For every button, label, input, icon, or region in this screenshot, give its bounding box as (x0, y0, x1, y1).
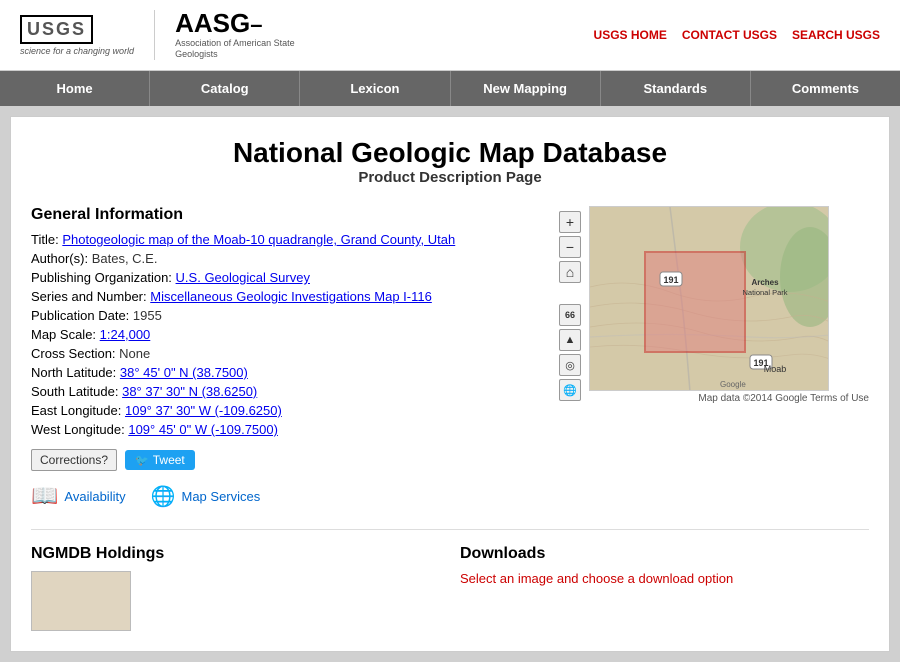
map-services-link[interactable]: Map Services (182, 489, 261, 504)
pub-date-row: Publication Date: 1955 (31, 308, 539, 323)
west-lon-value[interactable]: 109° 45' 0" W (-109.7500) (128, 422, 278, 437)
zoom-out-button[interactable]: − (559, 236, 581, 258)
map-services-item[interactable]: 🌐 Map Services (151, 484, 261, 509)
earth-button[interactable]: 🌐 (559, 379, 581, 401)
general-info-title: General Information (31, 206, 539, 224)
series-value[interactable]: Miscellaneous Geologic Investigations Ma… (150, 289, 432, 304)
availability-row: 📖 Availability 🌐 Map Services (31, 483, 539, 509)
scale-row: Map Scale: 1:24,000 (31, 327, 539, 342)
nav-comments[interactable]: Comments (751, 71, 900, 106)
ctrl-spacer (559, 286, 581, 301)
svg-text:Moab: Moab (764, 364, 787, 374)
downloads-note: Select an image and choose a download op… (460, 571, 869, 586)
svg-text:National Park: National Park (742, 288, 787, 297)
home-button[interactable]: ⌂ (559, 261, 581, 283)
east-lon-row: East Longitude: 109° 37' 30" W (-109.625… (31, 403, 539, 418)
north-lat-label: North Latitude: (31, 365, 116, 380)
west-lon-label: West Longitude: (31, 422, 125, 437)
authors-value: Bates, C.E. (92, 251, 158, 266)
south-lat-value[interactable]: 38° 37' 30" N (38.6250) (122, 384, 257, 399)
cross-section-row: Cross Section: None (31, 346, 539, 361)
holdings-section: NGMDB Holdings (31, 545, 440, 631)
page-title: National Geologic Map Database (31, 137, 869, 169)
org-value[interactable]: U.S. Geological Survey (176, 270, 310, 285)
series-row: Series and Number: Miscellaneous Geologi… (31, 289, 539, 304)
south-lat-label: South Latitude: (31, 384, 118, 399)
left-panel: General Information Title: Photogeologic… (31, 206, 539, 509)
header: USGS science for a changing world AASG –… (0, 0, 900, 71)
usgs-text: USGS (27, 19, 86, 40)
logo-divider (154, 10, 155, 60)
authors-row: Author(s): Bates, C.E. (31, 251, 539, 266)
authors-label: Author(s): (31, 251, 88, 266)
nav-home[interactable]: Home (0, 71, 150, 106)
south-lat-row: South Latitude: 38° 37' 30" N (38.6250) (31, 384, 539, 399)
book-icon: 📖 (31, 483, 58, 509)
svg-text:191: 191 (663, 275, 678, 285)
series-label: Series and Number: (31, 289, 147, 304)
title-value[interactable]: Photogeologic map of the Moab-10 quadran… (62, 232, 455, 247)
downloads-title: Downloads (460, 545, 869, 563)
org-row: Publishing Organization: U.S. Geological… (31, 270, 539, 285)
availability-link[interactable]: Availability (64, 489, 125, 504)
main-content: National Geologic Map Database Product D… (10, 116, 890, 652)
usgs-logo: USGS science for a changing world (20, 15, 134, 56)
bottom-area: NGMDB Holdings Downloads Select an image… (31, 529, 869, 631)
globe-icon: 🌐 (151, 484, 176, 509)
aasg-logo: AASG – Association of American State Geo… (175, 10, 305, 60)
route-button[interactable]: 66 (559, 304, 581, 326)
action-buttons: Corrections? 🐦 Tweet (31, 449, 539, 471)
scale-value[interactable]: 1:24,000 (100, 327, 151, 342)
layers-button[interactable]: ◎ (559, 354, 581, 376)
east-lon-label: East Longitude: (31, 403, 121, 418)
east-lon-value[interactable]: 109° 37' 30" W (-109.6250) (125, 403, 282, 418)
map-area: + − ⌂ 66 ▲ ◎ 🌐 (559, 206, 869, 404)
aasg-text: AASG (175, 10, 250, 36)
usgs-tagline: science for a changing world (20, 46, 134, 56)
map-image[interactable]: 191 191 Arches National Park Moab Google (589, 206, 829, 391)
title-row: Title: Photogeologic map of the Moab-10 … (31, 232, 539, 247)
svg-text:Arches: Arches (751, 278, 779, 287)
west-lon-row: West Longitude: 109° 45' 0" W (-109.7500… (31, 422, 539, 437)
page-title-section: National Geologic Map Database Product D… (31, 137, 869, 186)
nav-lexicon[interactable]: Lexicon (300, 71, 450, 106)
north-lat-value[interactable]: 38° 45' 0" N (38.7500) (120, 365, 248, 380)
navbar: Home Catalog Lexicon New Mapping Standar… (0, 71, 900, 106)
twitter-bird-icon: 🐦 (135, 454, 149, 467)
map-controls: + − ⌂ 66 ▲ ◎ 🌐 (559, 206, 581, 404)
scale-label: Map Scale: (31, 327, 96, 342)
zoom-in-button[interactable]: + (559, 211, 581, 233)
map-caption: Map data ©2014 Google Terms of Use (589, 393, 869, 404)
search-usgs-link[interactable]: SEARCH USGS (792, 28, 880, 42)
cross-section-value: None (119, 346, 150, 361)
map-svg: 191 191 Arches National Park Moab Google (590, 207, 829, 391)
pub-date-label: Publication Date: (31, 308, 129, 323)
svg-text:Google: Google (720, 380, 746, 389)
tweet-button[interactable]: 🐦 Tweet (125, 450, 195, 470)
nav-catalog[interactable]: Catalog (150, 71, 300, 106)
org-label: Publishing Organization: (31, 270, 172, 285)
page-subtitle: Product Description Page (31, 169, 869, 186)
holdings-thumbnail[interactable] (31, 571, 131, 631)
availability-item[interactable]: 📖 Availability (31, 483, 126, 509)
tweet-label: Tweet (153, 453, 185, 467)
terrain-button[interactable]: ▲ (559, 329, 581, 351)
cross-section-label: Cross Section: (31, 346, 116, 361)
right-panel: + − ⌂ 66 ▲ ◎ 🌐 (559, 206, 869, 509)
aasg-subtitle: Association of American State Geologists (175, 38, 305, 60)
usgs-home-link[interactable]: USGS HOME (594, 28, 667, 42)
title-label: Title: (31, 232, 59, 247)
corrections-button[interactable]: Corrections? (31, 449, 117, 471)
map-wrapper: 191 191 Arches National Park Moab Google (589, 206, 869, 404)
pub-date-value: 1955 (133, 308, 162, 323)
downloads-section: Downloads Select an image and choose a d… (460, 545, 869, 631)
north-lat-row: North Latitude: 38° 45' 0" N (38.7500) (31, 365, 539, 380)
logos: USGS science for a changing world AASG –… (20, 10, 305, 60)
nav-new-mapping[interactable]: New Mapping (451, 71, 601, 106)
top-nav: USGS HOME CONTACT USGS SEARCH USGS (594, 28, 880, 42)
holdings-title: NGMDB Holdings (31, 545, 440, 563)
content-area: General Information Title: Photogeologic… (31, 206, 869, 509)
contact-usgs-link[interactable]: CONTACT USGS (682, 28, 777, 42)
nav-standards[interactable]: Standards (601, 71, 751, 106)
